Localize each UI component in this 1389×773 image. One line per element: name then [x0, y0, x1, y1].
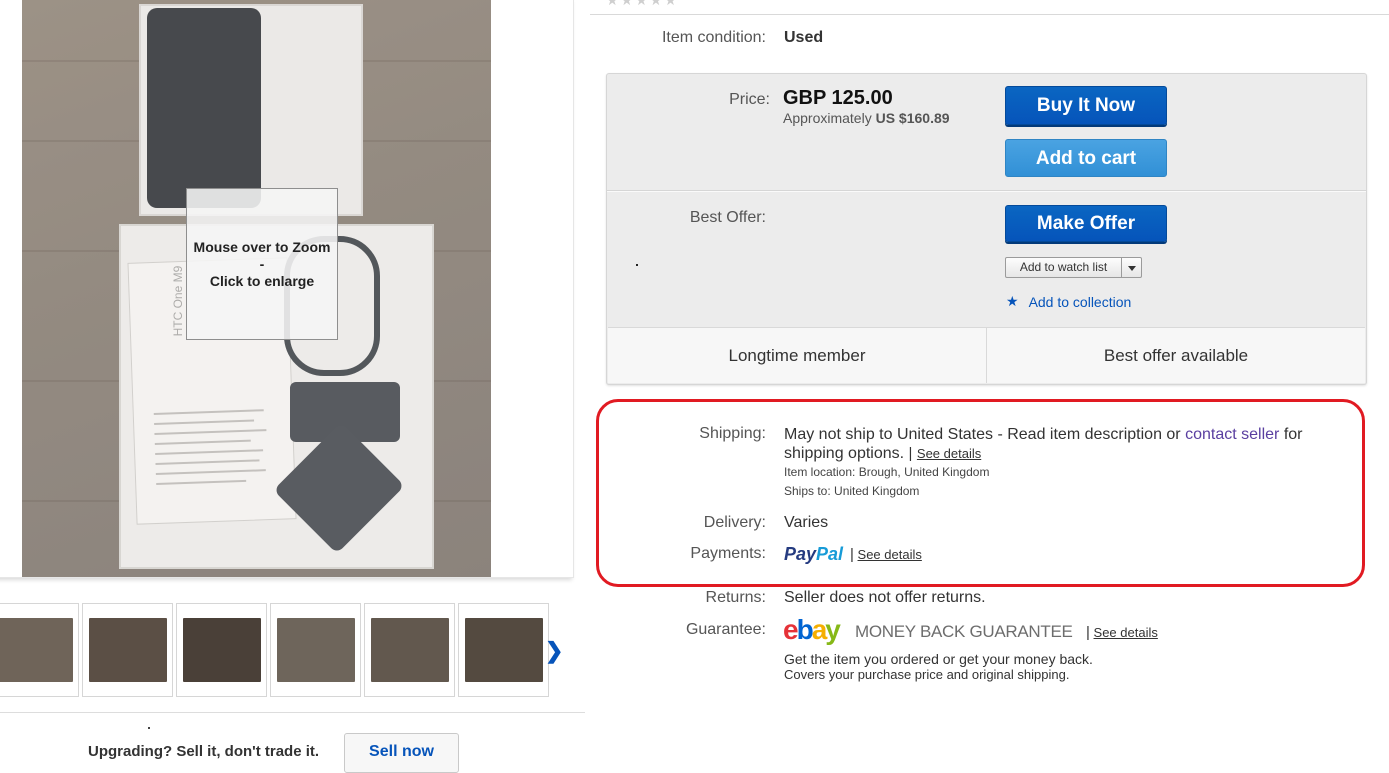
thumbnail[interactable]	[364, 603, 455, 697]
thumbnail[interactable]	[176, 603, 267, 697]
thumbnail-image	[182, 618, 261, 682]
price-label: Price:	[729, 91, 770, 108]
shipping-text: May not ship to United States - Read ite…	[784, 425, 1344, 463]
guarantee-see-details-link[interactable]: See details	[1094, 625, 1158, 640]
sell-now-button[interactable]: Sell now	[344, 733, 459, 773]
guarantee-line2: Covers your purchase price and original …	[784, 667, 1070, 682]
thumbnail-image	[276, 618, 355, 682]
approx-prefix: Approximately	[783, 110, 872, 126]
perk-longtime-member: Longtime member	[728, 345, 866, 365]
thumbnail[interactable]	[0, 603, 79, 697]
separator: |	[1086, 624, 1090, 641]
paypal-logo: PayPal	[784, 544, 843, 565]
ebay-logo-a: a	[811, 614, 828, 645]
divider	[590, 14, 1389, 15]
buy-it-now-button[interactable]: Buy It Now	[1005, 86, 1167, 125]
make-offer-button[interactable]: Make Offer	[1005, 205, 1167, 242]
ebay-logo: ebay	[783, 614, 841, 646]
payments-see-details-link[interactable]: See details	[858, 547, 922, 562]
add-to-collection-label: Add to collection	[1028, 293, 1132, 310]
shipping-label: Shipping:	[699, 425, 766, 442]
item-condition-value: Used	[784, 29, 824, 46]
image-gallery: HTC One M9 Mouse over to Zoom - Click to…	[0, 0, 590, 773]
zoom-hint-separator: -	[259, 255, 265, 272]
thumbnail-image	[88, 618, 167, 682]
star-icon: ★	[1006, 293, 1019, 309]
money-back-guarantee-text: MONEY BACK GUARANTEE	[855, 622, 1073, 641]
returns-label: Returns:	[705, 589, 766, 606]
returns-value: Seller does not offer returns.	[784, 589, 986, 606]
dot	[148, 727, 150, 729]
approx-price: Approximately US $160.89	[783, 110, 950, 126]
add-to-collection-link[interactable]: ★ Add to collection	[1006, 293, 1131, 310]
add-to-cart-button[interactable]: Add to cart	[1005, 139, 1167, 177]
guarantee-label: Guarantee:	[685, 621, 766, 638]
delivery-label: Delivery:	[703, 514, 766, 531]
zoom-hint-line1: Mouse over to Zoom	[193, 238, 331, 255]
thumbnail[interactable]	[270, 603, 361, 697]
chevron-down-icon[interactable]	[1122, 257, 1142, 278]
payments-label: Payments:	[690, 545, 766, 562]
shipping-see-details-link[interactable]: See details	[917, 446, 981, 461]
add-to-watch-list-button[interactable]: Add to watch list	[1005, 257, 1122, 278]
perk-best-offer: Best offer available	[986, 328, 1365, 383]
guarantee-line1: Get the item you ordered or get your mon…	[784, 651, 1093, 667]
ebay-logo-b: b	[796, 614, 814, 645]
ebay-logo-y: y	[825, 614, 841, 645]
divider	[607, 190, 1366, 192]
watch-list-control: Add to watch list	[1005, 257, 1142, 278]
shipping-text-part1: May not ship to United States - Read ite…	[784, 426, 1181, 443]
separator: |	[908, 445, 913, 462]
dot	[636, 264, 638, 266]
thumbnail-image	[0, 618, 73, 682]
paypal-logo-part1: Pay	[784, 544, 817, 564]
divider	[0, 712, 585, 713]
chevron-right-icon[interactable]: ❯	[545, 638, 563, 664]
approx-value: US $160.89	[875, 110, 950, 126]
thumbnail-strip	[0, 603, 549, 697]
paypal-logo-part2: Pal	[816, 544, 844, 564]
best-offer-label: Best Offer:	[689, 209, 766, 226]
thumbnail-image	[464, 618, 543, 682]
contact-seller-link[interactable]: contact seller	[1185, 426, 1279, 443]
rating-stars-icon: ★★★★★	[606, 0, 679, 8]
delivery-value: Varies	[784, 514, 829, 531]
payments-see-details: | See details	[850, 546, 922, 563]
item-condition-label: Item condition:	[661, 29, 766, 46]
buy-box: Price: GBP 125.00 Approximately US $160.…	[606, 73, 1367, 385]
zoom-hint-line2: Click to enlarge	[209, 272, 315, 289]
thumbnail[interactable]	[82, 603, 173, 697]
ebay-logo-e: e	[783, 614, 799, 645]
ships-to: Ships to: United Kingdom	[784, 484, 920, 498]
item-location: Item location: Brough, United Kingdom	[784, 465, 990, 479]
thumbnail-image	[370, 618, 449, 682]
thumbnail[interactable]	[458, 603, 549, 697]
seller-perks: Longtime member Best offer available	[608, 327, 1365, 383]
guarantee-see-details: | See details	[1086, 624, 1158, 641]
separator: |	[850, 546, 854, 563]
zoom-hint[interactable]: Mouse over to Zoom - Click to enlarge	[186, 188, 338, 340]
price-value: GBP 125.00	[783, 87, 893, 109]
